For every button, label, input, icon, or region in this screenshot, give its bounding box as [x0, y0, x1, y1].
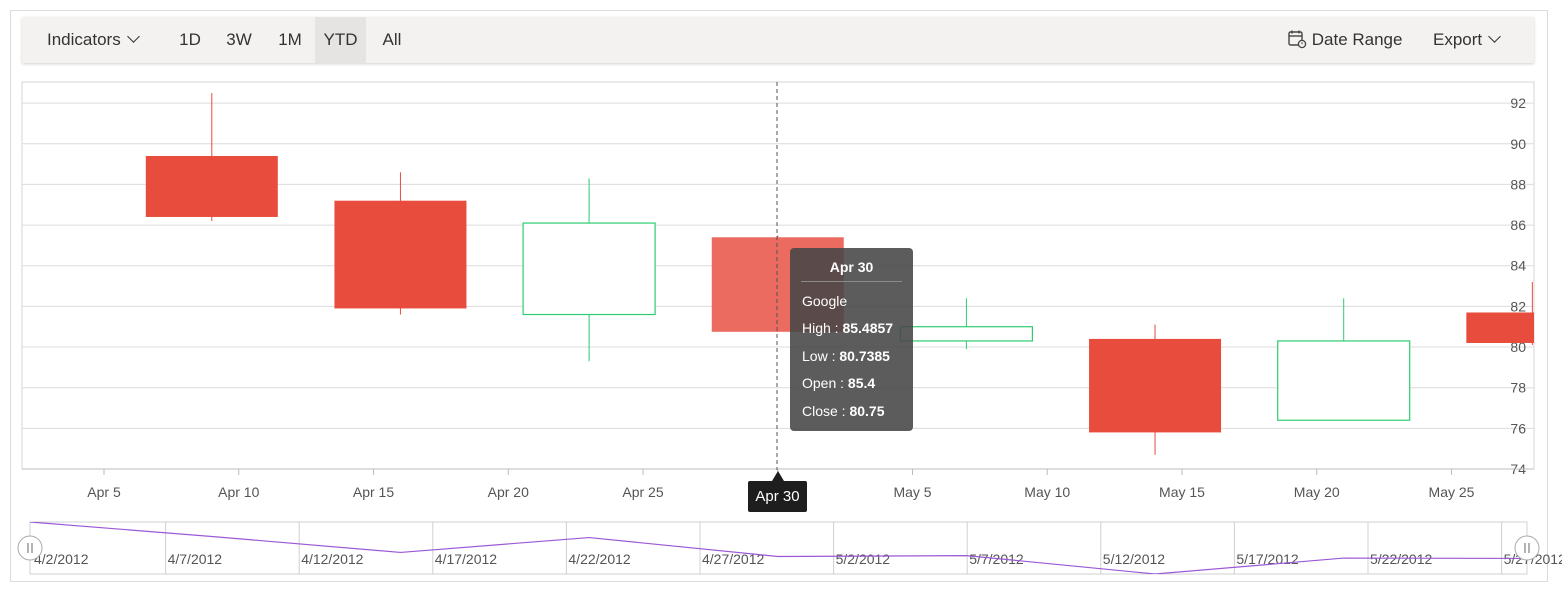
crosshair-label-pointer: [772, 471, 784, 481]
x-tick-label: May 5: [893, 484, 931, 500]
candle-body: [0, 134, 8, 228]
y-tick-label: 86: [1510, 217, 1526, 233]
tooltip-title: Apr 30: [829, 259, 874, 275]
x-tick-label: Apr 5: [87, 484, 121, 500]
tooltip-close: Close : 80.75: [802, 403, 885, 419]
x-tick-label: Apr 15: [353, 484, 394, 500]
x-tick-label: May 20: [1294, 484, 1340, 500]
y-tick-label: 88: [1510, 176, 1526, 192]
tooltip-divider: [801, 281, 902, 282]
x-tick-label: Apr 25: [622, 484, 663, 500]
navigator-label: 5/2/2012: [836, 551, 891, 567]
navigator-label: 4/17/2012: [435, 551, 497, 567]
navigator-label: 5/12/2012: [1103, 551, 1165, 567]
tooltip-low: Low : 80.7385: [802, 348, 890, 364]
navigator-left-thumb[interactable]: [17, 535, 43, 561]
candle-body: [1277, 340, 1411, 421]
y-tick-label: 84: [1510, 258, 1526, 274]
y-tick-label: 78: [1510, 380, 1526, 396]
navigator-label: 4/2/2012: [34, 551, 89, 567]
y-tick-label: 90: [1510, 136, 1526, 152]
x-tick-label: May 25: [1429, 484, 1475, 500]
navigator-label: 5/22/2012: [1370, 551, 1432, 567]
x-tick-label: May 15: [1159, 484, 1205, 500]
candle-body: [1089, 338, 1222, 433]
x-tick-label: Apr 20: [488, 484, 529, 500]
y-tick-label: 76: [1510, 420, 1526, 436]
candle-body: [899, 326, 1034, 342]
navigator-label: 4/12/2012: [301, 551, 363, 567]
x-tick-label: Apr 10: [218, 484, 259, 500]
candle-body: [1466, 312, 1534, 343]
candle-body: [522, 222, 656, 316]
navigator-label: 4/7/2012: [168, 551, 223, 567]
tooltip-series: Google: [802, 293, 848, 309]
range-navigator: [29, 521, 1528, 575]
y-tick-label: 92: [1510, 95, 1526, 111]
tooltip-open: Open : 85.4: [802, 375, 876, 391]
crosshair-x-label: Apr 30: [748, 481, 807, 512]
navigator-label: 4/27/2012: [702, 551, 764, 567]
y-tick-label: 82: [1510, 298, 1526, 314]
candle-body: [334, 200, 467, 309]
candle-body: [145, 155, 278, 217]
candle-tooltip: Apr 30 Google High : 85.4857 Low : 80.73…: [790, 248, 913, 431]
navigator-label: 4/22/2012: [568, 551, 630, 567]
x-tick-label: May 10: [1024, 484, 1070, 500]
tooltip-high: High : 85.4857: [802, 320, 894, 336]
navigator-right-thumb[interactable]: [1514, 535, 1540, 561]
